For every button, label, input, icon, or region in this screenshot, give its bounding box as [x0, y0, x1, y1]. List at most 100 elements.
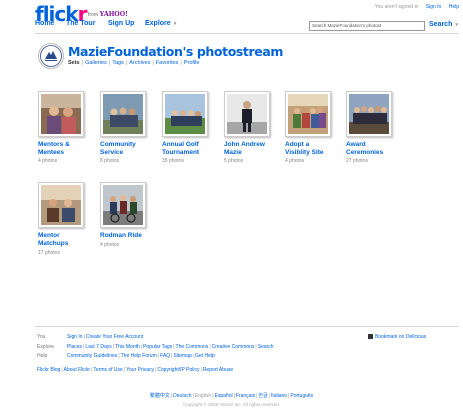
search-input[interactable]: Search MazieFoundation's photost: [309, 21, 425, 31]
profile-subnav: Sets | Galleries | Tags | Archives | Favorites | P…: [68, 60, 200, 66]
language-link[interactable]: Italiano: [271, 393, 287, 399]
signed-out-status: You aren't signed in Sign In Help: [375, 4, 459, 10]
set-title[interactable]: John Andrew Mazie: [224, 141, 274, 157]
language-link[interactable]: Français: [236, 393, 255, 399]
nav-home[interactable]: Home: [35, 20, 54, 27]
sign-in-link[interactable]: Sign In: [426, 4, 442, 10]
buddy-icon[interactable]: [38, 43, 64, 69]
nav-the-tour[interactable]: The Tour: [66, 20, 95, 27]
nav-explore-label: Explore: [145, 20, 171, 27]
footer-link[interactable]: Create Your Free Account: [86, 334, 143, 340]
set-photo-count: 4 photos: [285, 158, 305, 164]
yahoo-logo: YAHOO!: [99, 10, 128, 18]
signed-out-text: You aren't signed in: [374, 4, 419, 10]
set-thumbnail[interactable]: [285, 91, 331, 137]
language-selector: 繁體中文|Deutsch|English|Español|Français|한글…: [149, 393, 314, 399]
help-link[interactable]: Help: [449, 4, 459, 10]
footer-links-help: Community Guidelines|The Help Forum|FAQ|…: [67, 353, 215, 359]
set-photo-count: 27 photos: [346, 158, 368, 164]
footer-link[interactable]: Last 7 Days: [85, 344, 111, 350]
nav-divider: [35, 33, 459, 34]
footer-link[interactable]: Get Help: [195, 353, 215, 359]
set-photo-count: 17 photos: [38, 250, 60, 256]
footer-links-explore: Places|Last 7 Days|This Month|Popular Ta…: [67, 344, 274, 350]
set-title[interactable]: Annual Golf Tournament: [162, 141, 212, 157]
set-title[interactable]: Adopt a Visiblity Site: [285, 141, 335, 157]
language-link[interactable]: 繁體中文: [150, 393, 170, 399]
main-nav: Home The Tour Sign Up Explore ▾ Search Ma…: [31, 20, 459, 32]
chevron-down-icon: ▾: [455, 22, 458, 28]
subnav-profile[interactable]: Profile: [184, 60, 200, 66]
search-button-label: Search: [429, 21, 453, 28]
from-label: from: [88, 12, 98, 18]
set-thumbnail[interactable]: [224, 91, 270, 137]
language-link[interactable]: Português: [290, 393, 313, 399]
footer-link[interactable]: Your Privacy: [126, 367, 154, 373]
footer-link[interactable]: This Month: [115, 344, 140, 350]
footer-label-help: Help: [37, 353, 48, 359]
set-thumbnail[interactable]: [346, 91, 392, 137]
language-link[interactable]: Deutsch: [173, 393, 191, 399]
set-title[interactable]: Mentor Matchups: [38, 232, 88, 248]
photo-thumbnail-image: [103, 94, 143, 134]
language-link[interactable]: Español: [215, 393, 233, 399]
footer-link[interactable]: About Flickr: [64, 367, 90, 373]
footer-links-you: Sign In|Create Your Free Account: [67, 334, 144, 340]
footer-link[interactable]: Copyright/IP Policy: [157, 367, 199, 373]
set-thumbnail[interactable]: [38, 182, 84, 228]
footer-link[interactable]: Places: [67, 344, 82, 350]
photo-thumbnail-image: [288, 94, 328, 134]
photo-thumbnail-image: [165, 94, 205, 134]
footer-link[interactable]: Terms of Use: [93, 367, 122, 373]
photo-thumbnail-image: [41, 185, 81, 225]
set-thumbnail[interactable]: [100, 182, 146, 228]
nav-explore[interactable]: Explore ▾: [145, 20, 176, 27]
set-photo-count: 4 photos: [100, 242, 120, 248]
footer-link[interactable]: Search: [258, 344, 274, 350]
set-title[interactable]: Community Service: [100, 141, 150, 157]
bookmark-delicious-link[interactable]: Bookmark on Delicious: [368, 334, 426, 340]
set-thumbnail[interactable]: [162, 91, 208, 137]
nav-sign-up[interactable]: Sign Up: [108, 20, 134, 27]
footer-link[interactable]: Sitemap: [173, 353, 191, 359]
copyright-text: Copyright © 2009 Yahoo! Inc. All rights …: [183, 402, 280, 407]
delicious-icon: [368, 334, 373, 340]
from-yahoo: from YAHOO!: [88, 10, 128, 18]
footer-link[interactable]: Report Abuse: [203, 367, 233, 373]
footer-label-explore: Explore: [37, 344, 54, 350]
set-photo-count: 8 photos: [100, 158, 120, 164]
subnav-archives[interactable]: Archives: [129, 60, 150, 66]
set-photo-count: 5 photos: [224, 158, 244, 164]
set-photo-count: 35 photos: [162, 158, 184, 164]
photo-thumbnail-image: [227, 94, 267, 134]
chevron-down-icon: ▾: [173, 21, 177, 27]
subnav-galleries[interactable]: Galleries: [85, 60, 107, 66]
set-photo-count: 4 photos: [38, 158, 58, 164]
photo-thumbnail-image: [103, 185, 143, 225]
subnav-favorites[interactable]: Favorites: [156, 60, 179, 66]
footer-label-you: You: [37, 334, 46, 340]
photo-thumbnail-image: [349, 94, 389, 134]
footer-link[interactable]: Flickr Blog: [37, 367, 60, 373]
footer-link[interactable]: Creative Commons: [212, 344, 255, 350]
set-title[interactable]: Rodman Ride: [100, 232, 150, 240]
photo-thumbnail-image: [41, 94, 81, 134]
footer-link[interactable]: The Commons: [176, 344, 209, 350]
set-thumbnail[interactable]: [100, 91, 146, 137]
footer-divider: [35, 326, 459, 327]
footer-link[interactable]: The Help Forum: [121, 353, 157, 359]
footer-link[interactable]: Community Guidelines: [67, 353, 117, 359]
language-link[interactable]: 한글: [258, 393, 267, 399]
footer-link[interactable]: FAQ: [160, 353, 170, 359]
set-title[interactable]: Award Ceremonies: [346, 141, 396, 157]
mountain-logo-icon: [40, 45, 62, 67]
set-thumbnail[interactable]: [38, 91, 84, 137]
language-current: English: [194, 393, 212, 399]
subnav-sets: Sets: [68, 60, 80, 66]
footer-link[interactable]: Popular Tags: [143, 344, 172, 350]
set-title[interactable]: Mentors & Mentees: [38, 141, 88, 157]
search-button[interactable]: Search ▾: [429, 21, 458, 28]
footer-link[interactable]: Sign In: [67, 334, 83, 340]
subnav-tags[interactable]: Tags: [112, 60, 124, 66]
delicious-label: Bookmark on Delicious: [375, 334, 427, 340]
